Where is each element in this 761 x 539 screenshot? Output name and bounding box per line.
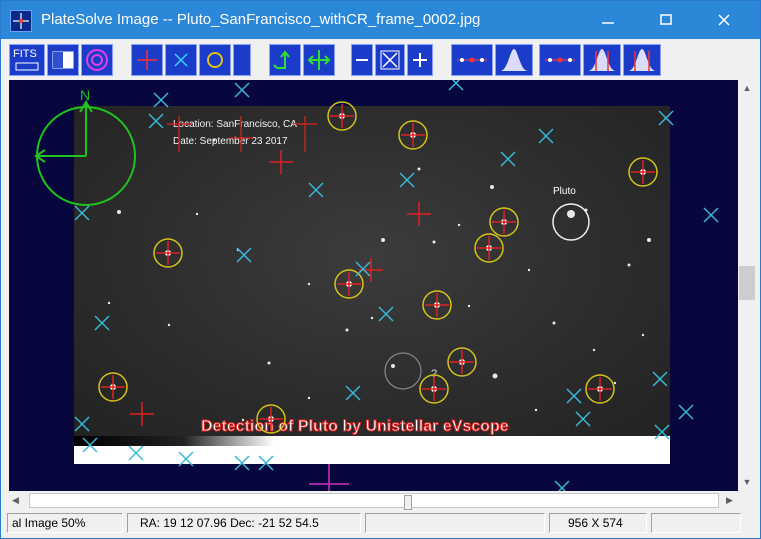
- histogram-2-icon: [628, 49, 656, 71]
- detection-caption: Detection of Pluto by Unistellar eVscope: [201, 418, 509, 435]
- plus-icon: [413, 53, 427, 67]
- window-title: PlateSolve Image -- Pluto_SanFrancisco_w…: [41, 11, 481, 28]
- red-markers-2-icon: [545, 57, 575, 63]
- fit-window-icon: [380, 50, 400, 70]
- horizontal-scroll-track[interactable]: [29, 493, 719, 510]
- plate-solve-overlay: N Location: SanFrancisco, CA Date: Septe…: [34, 80, 719, 491]
- app-window: PlateSolve Image -- Pluto_SanFrancisco_w…: [0, 0, 761, 539]
- status-bar: al Image 50% RA: 19 12 07.96 Dec: -21 52…: [5, 512, 756, 534]
- status-empty-panel-2: [651, 513, 741, 533]
- title-bar[interactable]: PlateSolve Image -- Pluto_SanFrancisco_w…: [1, 1, 760, 39]
- histogram-icon: [500, 49, 528, 71]
- red-star-button[interactable]: [131, 44, 163, 76]
- fits-icon: [15, 62, 39, 71]
- pluto-label: Pluto: [553, 186, 576, 197]
- image-viewport[interactable]: N Location: SanFrancisco, CA Date: Septe…: [9, 80, 738, 491]
- red-markers-2-button[interactable]: [539, 44, 581, 76]
- status-image-size: 956 X 574: [549, 513, 647, 533]
- close-button[interactable]: [695, 1, 753, 39]
- fits-button[interactable]: FITS: [9, 44, 45, 76]
- cyan-star-button[interactable]: [165, 44, 197, 76]
- compass-north-label: N: [80, 87, 90, 103]
- maximize-icon: [660, 14, 672, 25]
- candidate-marker: [384, 352, 422, 390]
- scroll-up-icon[interactable]: ▲: [738, 80, 756, 97]
- close-icon: [718, 14, 730, 26]
- north-arrow-button[interactable]: [269, 44, 301, 76]
- fit-window-button[interactable]: [375, 44, 405, 76]
- location-label: Location: SanFrancisco, CA: [173, 119, 297, 130]
- horizontal-scrollbar[interactable]: ◀ ▶: [5, 492, 738, 510]
- red-markers-icon: [457, 57, 487, 63]
- minus-icon: [356, 59, 368, 61]
- status-empty-panel: [365, 513, 545, 533]
- blank-button[interactable]: [233, 44, 251, 76]
- vertical-scrollbar[interactable]: ▲ ▼: [738, 80, 756, 491]
- matched-star-cores: [110, 113, 646, 422]
- split-view-icon: [52, 51, 74, 69]
- pan-arrows-icon: [307, 50, 331, 70]
- histogram-button[interactable]: [495, 44, 533, 76]
- zoom-out-button[interactable]: [351, 44, 373, 76]
- north-arrow-icon: [273, 50, 290, 69]
- toolbar: FITS: [5, 41, 756, 79]
- vertical-scroll-thumb[interactable]: [739, 266, 755, 300]
- scroll-left-icon[interactable]: ◀: [7, 492, 24, 509]
- north-compass: N: [34, 87, 136, 206]
- minimize-icon: [602, 22, 614, 24]
- scroll-right-icon[interactable]: ▶: [721, 492, 738, 509]
- red-markers-button[interactable]: [451, 44, 493, 76]
- zoom-in-button[interactable]: [407, 44, 433, 76]
- horizontal-scroll-thumb[interactable]: [404, 495, 412, 510]
- pan-arrows-button[interactable]: [303, 44, 335, 76]
- target-rings-button[interactable]: [81, 44, 113, 76]
- yellow-circle-icon: [207, 52, 223, 68]
- app-icon: [10, 10, 32, 32]
- status-zoom: al Image 50%: [7, 513, 123, 533]
- scroll-down-icon[interactable]: ▼: [738, 474, 756, 491]
- red-star-icon: [137, 50, 157, 70]
- histogram-red-icon: [588, 49, 616, 71]
- histogram-red-button[interactable]: [583, 44, 621, 76]
- maximize-button[interactable]: [637, 1, 695, 39]
- split-view-button[interactable]: [47, 44, 79, 76]
- yellow-circle-button[interactable]: [199, 44, 231, 76]
- pluto-marker: [552, 203, 590, 241]
- red-catalog-markers: [101, 104, 655, 431]
- magenta-marker: [309, 464, 349, 491]
- status-coordinates: RA: 19 12 07.96 Dec: -21 52 54.5: [127, 513, 361, 533]
- background-stars: [107, 138, 651, 422]
- histogram-2-button[interactable]: [623, 44, 661, 76]
- target-rings-icon: [86, 49, 108, 71]
- minimize-button[interactable]: [579, 1, 637, 39]
- cyan-star-icon: [174, 53, 188, 67]
- matched-star-circles: [98, 101, 658, 434]
